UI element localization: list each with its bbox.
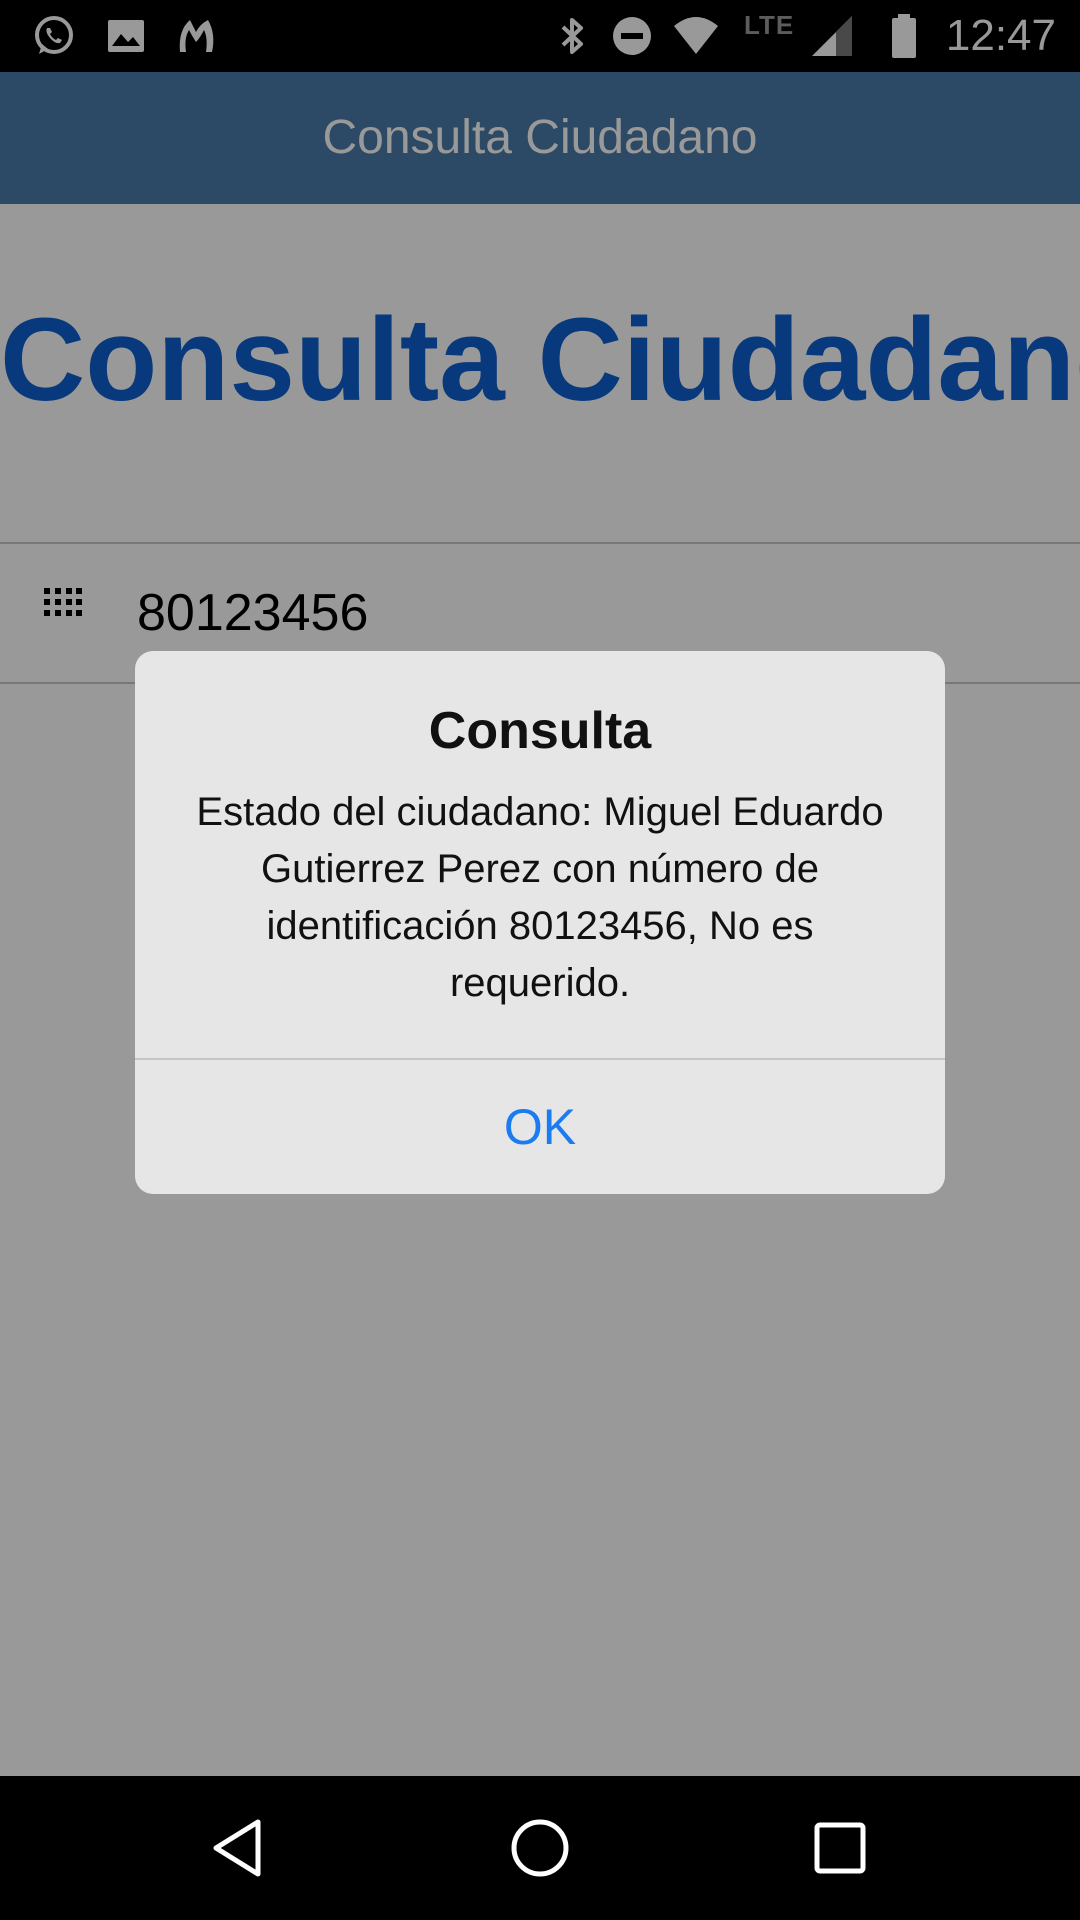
dialog-title: Consulta	[428, 702, 652, 760]
navigation-bar	[0, 1776, 1080, 1920]
screen: LTE 12:47 Consulta Ciudadano Consulta Ci…	[0, 0, 1080, 1920]
dialog-message: Estado del ciudadano: Miguel Eduardo Gut…	[196, 790, 884, 1005]
alert-dialog: Consulta Estado del ciudadano: Miguel Ed…	[135, 651, 945, 1194]
recents-icon[interactable]	[804, 1812, 876, 1884]
back-icon[interactable]	[204, 1812, 276, 1884]
ok-button[interactable]: OK	[135, 1060, 945, 1194]
home-icon[interactable]	[504, 1812, 576, 1884]
